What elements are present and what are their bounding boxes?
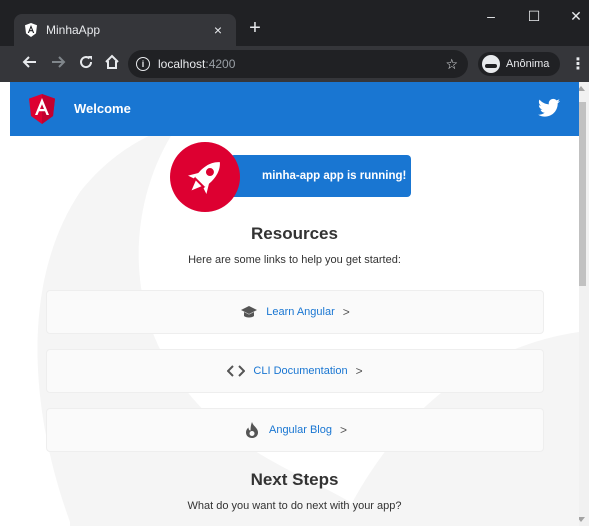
incognito-icon	[482, 55, 500, 73]
url-host: localhost	[158, 57, 206, 71]
url-port: :4200	[205, 57, 236, 71]
address-bar[interactable]: i localhost:4200 ☆	[128, 50, 468, 78]
bookmark-star-icon[interactable]: ☆	[445, 56, 458, 73]
tab-strip: MinhaApp × + – ☐ ✕	[0, 0, 589, 46]
angular-blog-link[interactable]: Angular Blog	[269, 424, 332, 436]
cli-documentation-card[interactable]: CLI Documentation >	[46, 349, 544, 393]
learn-angular-link[interactable]: Learn Angular	[266, 306, 335, 318]
learn-angular-card[interactable]: Learn Angular >	[46, 290, 544, 334]
flame-icon	[243, 422, 261, 438]
maximize-button[interactable]: ☐	[519, 8, 549, 25]
page-viewport: Welcome minha-app app is running! Resour…	[10, 82, 579, 526]
graduation-cap-icon	[240, 304, 258, 320]
chevron-right-icon: >	[339, 423, 347, 437]
next-steps-subtitle: What do you want to do next with your ap…	[187, 500, 402, 512]
incognito-profile-button[interactable]: Anônima	[478, 52, 560, 76]
cli-documentation-link[interactable]: CLI Documentation	[253, 365, 347, 377]
app-title: Welcome	[74, 101, 131, 116]
minimize-button[interactable]: –	[476, 8, 506, 24]
app-running-text: minha-app app is running!	[262, 170, 407, 182]
app-running-banner: minha-app app is running!	[230, 155, 411, 197]
profile-label: Anônima	[506, 58, 550, 70]
next-steps-heading: Next Steps	[250, 470, 339, 489]
angular-logo-icon	[29, 94, 55, 124]
close-window-button[interactable]: ✕	[561, 8, 589, 25]
browser-toolbar: i localhost:4200 ☆ Anônima ⋮	[0, 46, 589, 82]
angular-blog-card[interactable]: Angular Blog >	[46, 408, 544, 452]
browser-menu-icon[interactable]: ⋮	[570, 54, 586, 74]
forward-arrow-icon[interactable]	[48, 54, 68, 74]
browser-chrome: MinhaApp × + – ☐ ✕ i localhost:4200 ☆ An…	[0, 0, 589, 82]
new-tab-button[interactable]: +	[244, 18, 266, 38]
resources-subtitle: Here are some links to help you get star…	[188, 254, 401, 266]
browser-tab[interactable]: MinhaApp ×	[14, 14, 236, 46]
app-toolbar: Welcome	[10, 82, 579, 136]
chevron-right-icon: >	[355, 364, 363, 378]
back-arrow-icon[interactable]	[20, 54, 40, 74]
angular-favicon-icon	[24, 23, 38, 37]
reload-icon[interactable]	[76, 54, 96, 74]
resources-heading: Resources	[251, 224, 338, 243]
tab-title: MinhaApp	[46, 23, 101, 37]
home-icon[interactable]	[102, 54, 122, 74]
info-icon[interactable]: i	[136, 57, 150, 71]
twitter-icon[interactable]	[538, 98, 560, 118]
rocket-icon	[170, 142, 240, 212]
chevron-right-icon: >	[342, 305, 350, 319]
code-brackets-icon	[227, 363, 246, 379]
tab-close-icon[interactable]: ×	[210, 22, 226, 38]
